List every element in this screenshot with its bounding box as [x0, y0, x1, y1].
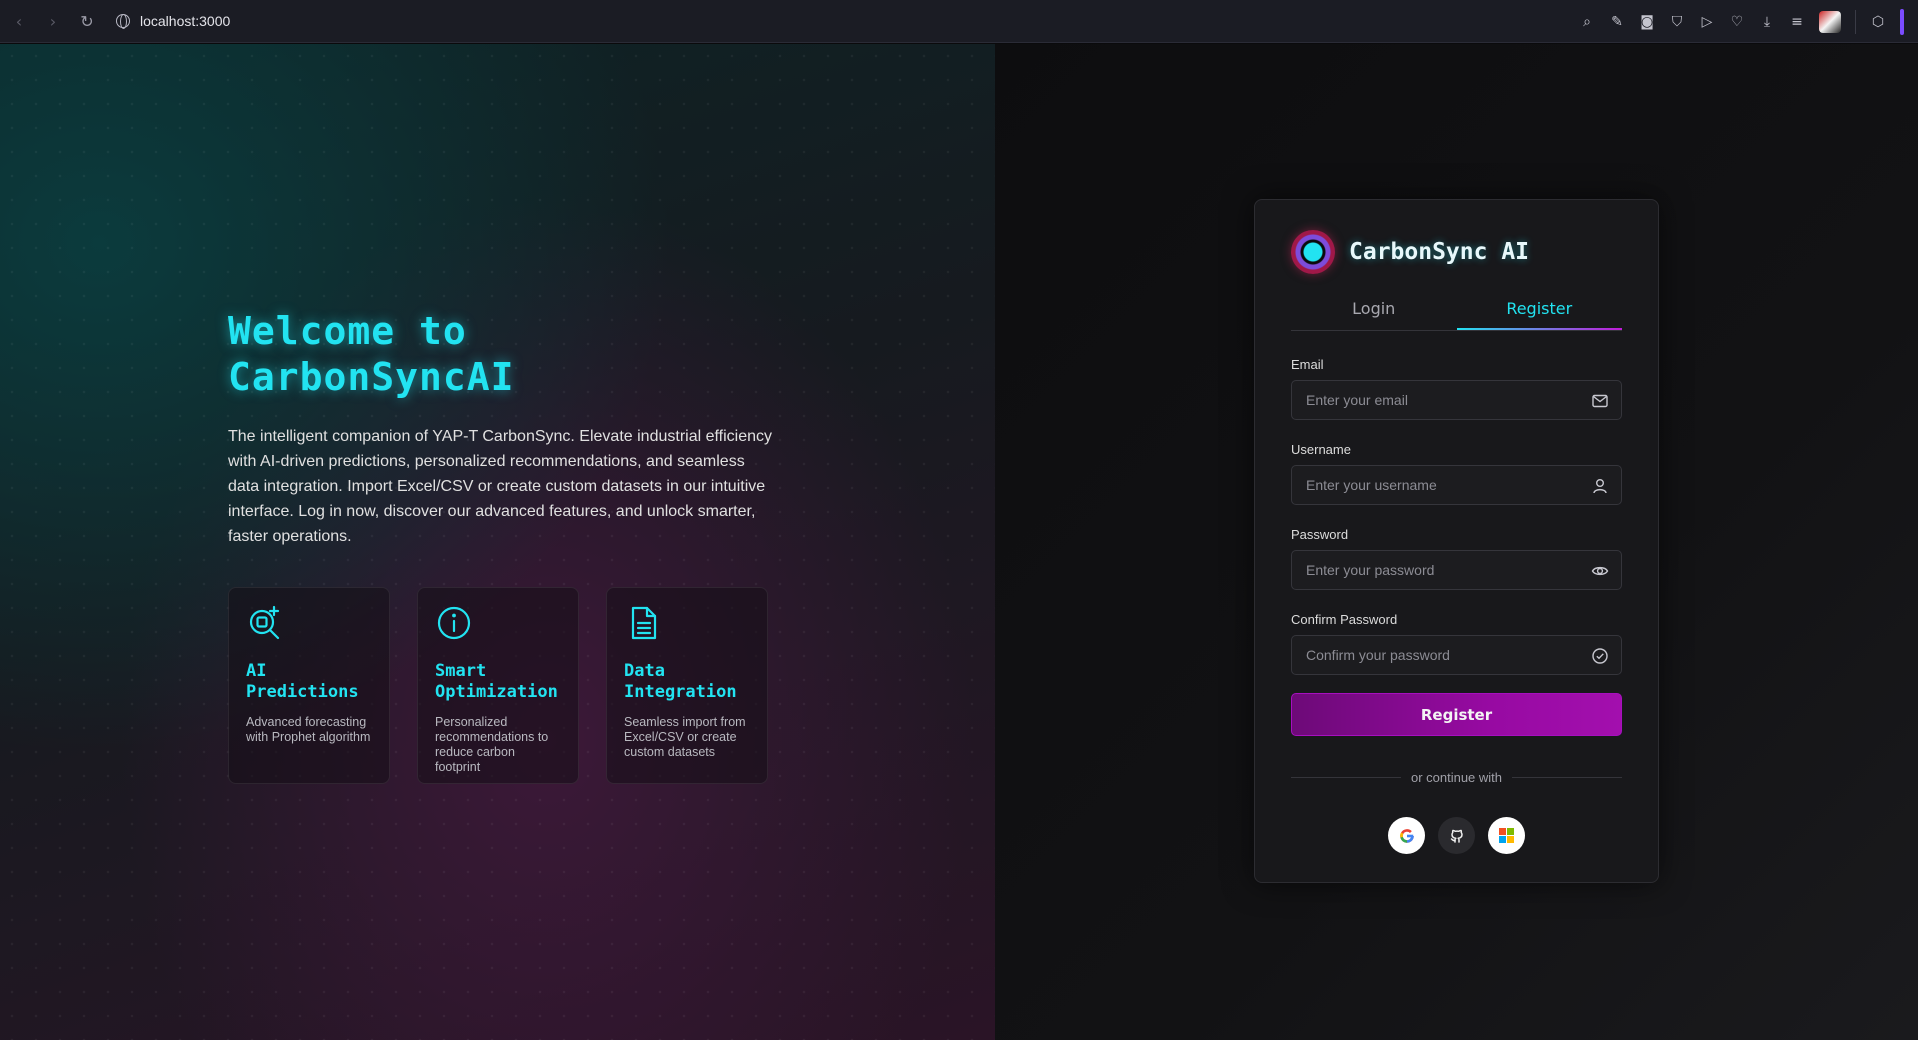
feature-desc: Seamless import from Excel/CSV or create… — [624, 715, 746, 759]
zoom-icon[interactable]: ⌕ — [1579, 14, 1595, 30]
download-icon[interactable]: ⤓ — [1759, 14, 1775, 30]
hero-title-line2: CarbonSyncAI — [228, 355, 515, 399]
password-label: Password — [1291, 527, 1349, 542]
auth-card: CarbonSync AI Login Register Email Usern… — [1254, 199, 1659, 883]
confirm-password-label: Confirm Password — [1291, 612, 1398, 627]
password-wrapper — [1291, 550, 1622, 590]
address-url[interactable]: localhost:3000 — [140, 13, 230, 29]
google-login-button[interactable] — [1388, 817, 1425, 854]
hero-description: The intelligent companion of YAP-T Carbo… — [228, 428, 772, 545]
feature-card-data-integration: Data Integration Seamless import from Ex… — [606, 587, 768, 784]
info-icon — [437, 606, 471, 640]
confirm-password-wrapper — [1291, 635, 1622, 675]
microsoft-icon — [1499, 828, 1514, 843]
auth-tabs: Login Register — [1291, 292, 1622, 331]
feature-title-line1: Smart — [435, 661, 487, 681]
password-group: Password — [1291, 527, 1622, 590]
github-login-button[interactable] — [1438, 817, 1475, 854]
divider-line — [1512, 777, 1622, 778]
browser-toolbar: ‹ › ↻ localhost:3000 ⌕ ✎ ◙ ⛉ ▷ ♡ ⤓ ≡ ⬡ — [0, 0, 1918, 43]
eye-icon[interactable] — [1591, 562, 1609, 580]
reload-icon[interactable]: ↻ — [80, 12, 94, 31]
heart-icon[interactable]: ♡ — [1729, 14, 1745, 30]
menu-icon[interactable]: ≡ — [1789, 14, 1805, 30]
send-icon[interactable]: ▷ — [1699, 14, 1715, 30]
feature-card-ai-predictions: AI Predictions Advanced forecasting with… — [228, 587, 390, 784]
brand-header: CarbonSync AI — [1291, 230, 1622, 274]
extensions-icon[interactable]: ⬡ — [1870, 14, 1886, 30]
feature-title-line1: AI — [246, 661, 267, 681]
hero-panel: Welcome to CarbonSyncAI The intelligent … — [0, 44, 995, 1040]
hero-content: Welcome to CarbonSyncAI The intelligent … — [228, 308, 788, 784]
logo-icon — [1291, 230, 1335, 274]
edit-icon[interactable]: ✎ — [1609, 14, 1625, 30]
divider-text: or continue with — [1410, 770, 1503, 785]
feature-title-line2: Optimization — [435, 682, 558, 702]
or-divider: or continue with — [1291, 770, 1622, 785]
feature-desc: Personalized recommendations to reduce c… — [435, 715, 549, 774]
confirm-password-group: Confirm Password — [1291, 612, 1622, 675]
username-wrapper — [1291, 465, 1622, 505]
camera-icon[interactable]: ◙ — [1639, 14, 1655, 30]
confirm-password-field[interactable] — [1292, 636, 1621, 674]
globe-icon — [116, 14, 130, 29]
address-bar[interactable]: localhost:3000 — [116, 13, 230, 29]
sidebar-accent — [1900, 8, 1904, 35]
email-group: Email — [1291, 357, 1622, 420]
username-field[interactable] — [1292, 466, 1621, 504]
feature-title-line1: Data — [624, 661, 665, 681]
feature-title-line2: Integration — [624, 682, 737, 702]
email-label: Email — [1291, 357, 1324, 372]
social-logins — [1291, 817, 1622, 854]
forward-icon[interactable]: › — [46, 12, 60, 31]
feature-desc: Advanced forecasting with Prophet algori… — [246, 715, 371, 744]
brand-name: CarbonSync AI — [1349, 239, 1530, 265]
check-circle-icon — [1592, 648, 1608, 664]
feature-cards: AI Predictions Advanced forecasting with… — [228, 587, 788, 784]
username-label: Username — [1291, 442, 1351, 457]
toolbar-divider — [1855, 9, 1856, 34]
feature-card-smart-optimization: Smart Optimization Personalized recommen… — [417, 587, 579, 784]
password-field[interactable] — [1292, 551, 1621, 589]
feature-title: AI Predictions — [246, 661, 372, 703]
divider-line — [1291, 777, 1401, 778]
mail-icon — [1592, 394, 1608, 408]
feature-title-line2: Predictions — [246, 682, 359, 702]
user-icon — [1593, 479, 1607, 494]
profile-avatar[interactable] — [1819, 10, 1841, 33]
email-wrapper — [1291, 380, 1622, 420]
feature-title: Data Integration — [624, 661, 750, 703]
hero-title: Welcome to CarbonSyncAI — [228, 308, 588, 400]
github-icon — [1450, 829, 1463, 843]
shield-icon[interactable]: ⛉ — [1669, 14, 1685, 30]
google-icon — [1399, 828, 1414, 843]
email-field[interactable] — [1292, 381, 1621, 419]
browser-nav: ‹ › ↻ — [0, 12, 94, 31]
ai-prediction-icon — [249, 605, 280, 640]
tab-login[interactable]: Login — [1291, 292, 1457, 330]
register-button[interactable]: Register — [1291, 693, 1622, 736]
hero-title-line1: Welcome to — [228, 309, 467, 353]
username-group: Username — [1291, 442, 1622, 505]
browser-tools: ⌕ ✎ ◙ ⛉ ▷ ♡ ⤓ ≡ ⬡ — [1579, 0, 1918, 43]
microsoft-login-button[interactable] — [1488, 817, 1525, 854]
document-icon — [631, 606, 657, 640]
feature-title: Smart Optimization — [435, 661, 561, 703]
back-icon[interactable]: ‹ — [12, 12, 26, 31]
tab-register[interactable]: Register — [1456, 292, 1622, 330]
